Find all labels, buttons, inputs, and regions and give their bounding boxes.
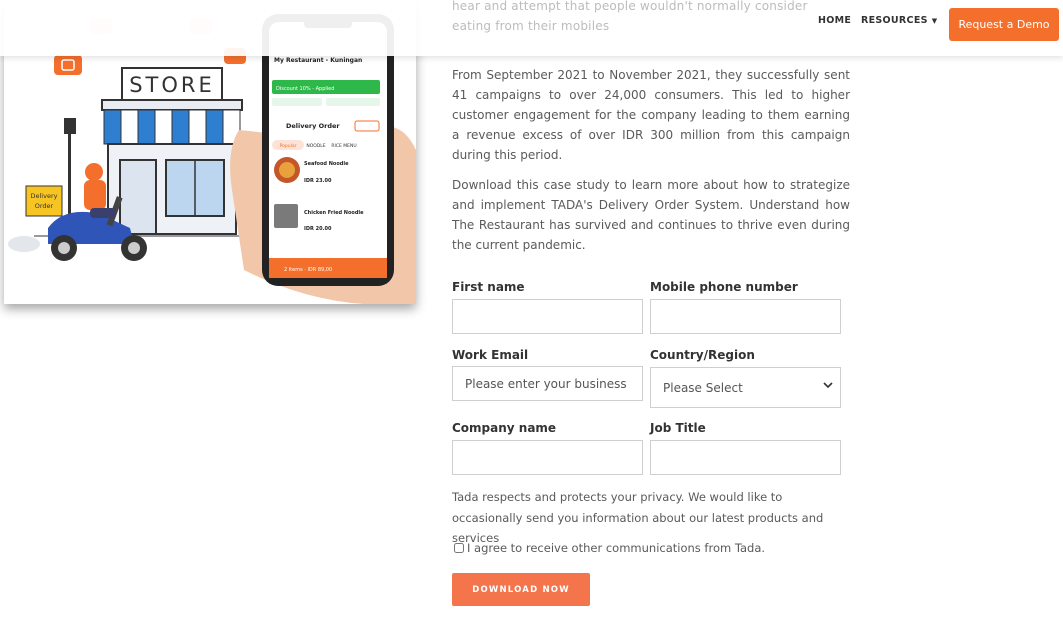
svg-text:2 items · IDR 89,00: 2 items · IDR 89,00 xyxy=(284,267,332,273)
food-image xyxy=(274,204,298,228)
nav-home-link[interactable]: HOME xyxy=(818,15,851,26)
mobile-phone-label: Mobile phone number xyxy=(650,280,798,294)
caret-down-icon: ▼ xyxy=(931,17,938,25)
country-region-select-wrapper[interactable]: Please Select xyxy=(650,367,841,408)
faded-text-line: hear and attempt that people wouldn't no… xyxy=(452,0,808,13)
company-name-label: Company name xyxy=(452,421,557,435)
delivery-order-box xyxy=(25,185,63,217)
phone-restaurant-title: My Restaurant - Kuningan xyxy=(274,57,362,64)
svg-text:Discount 10% - Applied: Discount 10% - Applied xyxy=(276,86,334,92)
company-name-input[interactable] xyxy=(452,440,643,475)
nav-resources-dropdown[interactable]: RESOURCES ▼ xyxy=(861,15,937,26)
svg-text:Chicken Fried Noodle: Chicken Fried Noodle xyxy=(304,210,364,216)
notification-bubble-icon xyxy=(54,55,82,75)
top-navigation-bar: hear and attempt that people wouldn't no… xyxy=(0,0,1063,56)
work-email-input[interactable] xyxy=(452,366,643,401)
svg-text:IDR 20.00: IDR 20.00 xyxy=(304,226,332,232)
country-region-label: Country/Region xyxy=(650,348,755,362)
first-name-label: First name xyxy=(452,280,525,294)
phone-section-title: Delivery Order xyxy=(286,122,340,130)
store-door xyxy=(119,159,157,235)
privacy-notice: Tada respects and protects your privacy.… xyxy=(452,490,824,545)
consent-checkbox-row[interactable]: I agree to receive other communications … xyxy=(454,541,765,555)
consent-label: I agree to receive other communications … xyxy=(467,541,766,555)
faded-text-line: eating from their mobiles xyxy=(452,19,610,33)
request-demo-button[interactable]: Request a Demo xyxy=(949,8,1059,41)
job-title-label: Job Title xyxy=(650,421,706,435)
svg-text:Seafood Noodle: Seafood Noodle xyxy=(304,161,349,167)
article-paragraph-download: Download this case study to learn more a… xyxy=(452,178,850,252)
store-sign-text: STORE xyxy=(129,73,215,97)
work-email-label: Work Email xyxy=(452,348,529,362)
street-lamp xyxy=(64,118,76,134)
svg-text:Delivery: Delivery xyxy=(31,192,58,200)
faded-article-text: hear and attempt that people wouldn't no… xyxy=(452,0,852,36)
svg-text:NOODLE: NOODLE xyxy=(306,143,325,149)
job-title-input[interactable] xyxy=(650,440,841,475)
first-name-input[interactable] xyxy=(452,299,643,334)
svg-text:Popular: Popular xyxy=(280,143,297,149)
svg-text:Order: Order xyxy=(35,202,54,210)
store-awning xyxy=(103,109,241,145)
nav-resources-label: RESOURCES xyxy=(861,15,928,26)
rider-helmet xyxy=(85,163,103,181)
mobile-phone-input[interactable] xyxy=(650,299,841,334)
svg-text:IDR 23.00: IDR 23.00 xyxy=(304,178,332,184)
download-now-button[interactable]: DOWNLOAD NOW xyxy=(452,573,590,606)
svg-text:RICE MENU: RICE MENU xyxy=(331,143,356,149)
consent-checkbox[interactable] xyxy=(454,543,464,553)
country-region-select[interactable]: Please Select xyxy=(650,367,841,408)
article-paragraph-results: From September 2021 to November 2021, th… xyxy=(452,68,850,162)
